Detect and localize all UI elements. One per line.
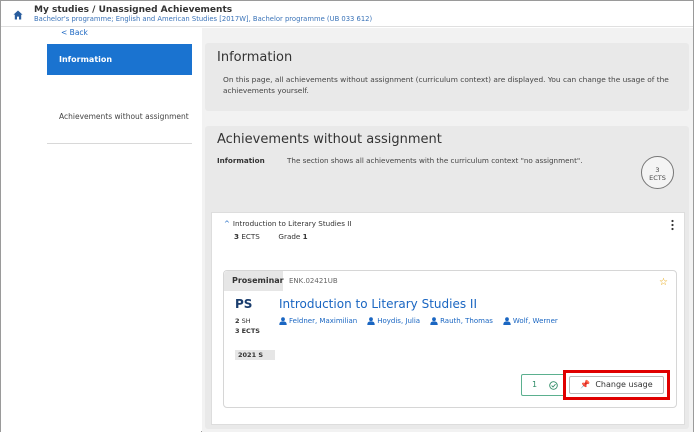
course-group-ects-value: 3 bbox=[234, 232, 240, 241]
lecturer-link[interactable]: Wolf, Werner bbox=[503, 317, 558, 325]
change-usage-label: Change usage bbox=[595, 380, 653, 389]
information-card: Information On this page, all achievemen… bbox=[205, 43, 689, 111]
home-icon[interactable] bbox=[13, 10, 23, 20]
lecturer-list: Feldner, Maximilian Hoydis, Julia Rauth,… bbox=[279, 317, 558, 325]
check-circle-icon bbox=[549, 381, 558, 390]
information-text: On this page, all achievements without a… bbox=[223, 75, 669, 95]
sh-unit: SH bbox=[241, 317, 251, 325]
course-ects-value: 3 bbox=[235, 327, 240, 335]
course-group-toggle[interactable]: ^ Introduction to Literary Studies II bbox=[224, 219, 351, 228]
total-ects-value: 3 bbox=[655, 166, 660, 174]
page-title: My studies / Unassigned Achievements bbox=[34, 5, 233, 15]
sidebar-item-information[interactable]: Information bbox=[47, 44, 192, 75]
sidebar-item-achievements-without-assignment[interactable]: Achievements without assignment bbox=[47, 112, 192, 144]
course-code: ENK.02421UB bbox=[289, 277, 338, 285]
information-heading: Information bbox=[217, 50, 293, 65]
achievement-count-badge[interactable]: 1 bbox=[521, 374, 565, 396]
favorite-star-icon[interactable]: ☆ bbox=[659, 277, 668, 288]
back-link[interactable]: < Back bbox=[61, 28, 88, 37]
course-group-meta: 3 ECTS Grade 1 bbox=[234, 232, 308, 241]
grade-label: Grade bbox=[278, 232, 301, 241]
person-icon bbox=[367, 317, 375, 325]
total-ects-badge: 3 ECTS bbox=[641, 156, 674, 189]
section-info-text: The section shows all achievements with … bbox=[287, 156, 583, 165]
course-type-abbr: PS bbox=[235, 297, 253, 311]
person-icon bbox=[279, 317, 287, 325]
course-title-link[interactable]: Introduction to Literary Studies II bbox=[279, 297, 477, 311]
achievements-heading: Achievements without assignment bbox=[217, 132, 442, 147]
course-ects-unit: ECTS bbox=[241, 327, 260, 335]
lecturer-link[interactable]: Hoydis, Julia bbox=[367, 317, 420, 325]
person-icon bbox=[430, 317, 438, 325]
sidebar bbox=[1, 28, 201, 432]
section-info-label: Information bbox=[217, 156, 265, 165]
total-ects-unit: ECTS bbox=[649, 174, 666, 182]
change-usage-button[interactable]: 📌 Change usage bbox=[569, 376, 664, 394]
course-credits: 2 SH 3 ECTS bbox=[235, 316, 260, 336]
highlight-box: 📌 Change usage bbox=[563, 370, 670, 400]
course-group-title: Introduction to Literary Studies II bbox=[232, 219, 352, 228]
lecturer-link[interactable]: Feldner, Maximilian bbox=[279, 317, 357, 325]
achievement-count: 1 bbox=[532, 380, 538, 389]
kebab-menu-icon[interactable] bbox=[671, 219, 674, 231]
person-icon bbox=[503, 317, 511, 325]
course-type-tab: Proseminar bbox=[224, 271, 284, 291]
app-header: My studies / Unassigned Achievements Bac… bbox=[1, 1, 693, 27]
course-group-ects-unit: ECTS bbox=[241, 232, 260, 241]
sh-value: 2 bbox=[235, 317, 240, 325]
pin-icon: 📌 bbox=[580, 380, 591, 389]
semester-badge: 2021 S bbox=[235, 350, 275, 360]
lecturer-link[interactable]: Rauth, Thomas bbox=[430, 317, 493, 325]
chevron-up-icon: ^ bbox=[224, 220, 230, 228]
course-card: Proseminar ENK.02421UB ☆ PS Introduction… bbox=[223, 270, 677, 408]
programme-subtitle[interactable]: Bachelor's programme; English and Americ… bbox=[34, 15, 372, 23]
grade-value: 1 bbox=[302, 232, 308, 241]
